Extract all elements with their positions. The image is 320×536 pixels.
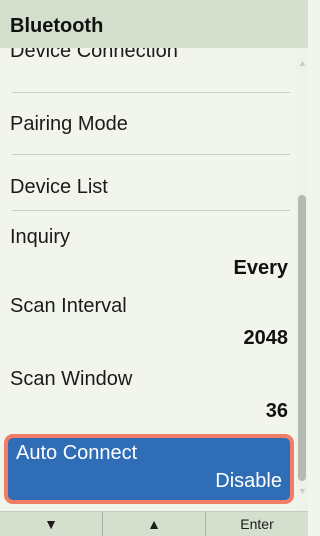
list-item-value: Every: [233, 257, 289, 279]
list-item-value: 2048: [243, 327, 289, 349]
scrollbar[interactable]: ▲ ▼: [296, 48, 308, 511]
list-item-auto-connect[interactable]: Auto Connect Disable: [4, 434, 294, 504]
scroll-down-icon[interactable]: ▼: [298, 486, 307, 496]
arrow-up-icon: ▲: [147, 516, 161, 532]
list-item-label: Device List: [10, 176, 108, 198]
screen-title: Bluetooth: [0, 0, 308, 48]
list-item-device-connection[interactable]: Device Connection: [0, 48, 296, 92]
softkey-bar: ▼ ▲ Enter: [0, 511, 308, 536]
list-item-label: Auto Connect: [16, 442, 138, 464]
list-item-label: Inquiry: [10, 226, 71, 248]
softkey-up-button[interactable]: ▲: [103, 512, 206, 536]
list-item-label: Pairing Mode: [10, 113, 128, 135]
arrow-down-icon: ▼: [44, 516, 58, 532]
list-item-label: Scan Interval: [10, 295, 127, 317]
softkey-enter-button[interactable]: Enter: [206, 512, 308, 536]
list-item-device-list[interactable]: Device List: [0, 155, 296, 210]
list-item-inquiry[interactable]: Inquiry Every: [0, 211, 296, 293]
list-item-value: Disable: [215, 470, 282, 492]
list-item-label: Device Connection: [10, 48, 178, 62]
list-item-scan-interval[interactable]: Scan Interval 2048: [0, 291, 296, 361]
scroll-up-icon[interactable]: ▲: [298, 58, 307, 68]
softkey-down-button[interactable]: ▼: [0, 512, 103, 536]
list-item-scan-window[interactable]: Scan Window 36: [0, 364, 296, 436]
enter-label: Enter: [240, 516, 274, 532]
list-item-pairing-mode[interactable]: Pairing Mode: [0, 93, 296, 154]
scrollbar-thumb[interactable]: [298, 195, 306, 481]
list-item-value: 36: [265, 400, 288, 422]
list-item-label: Scan Window: [10, 368, 133, 390]
